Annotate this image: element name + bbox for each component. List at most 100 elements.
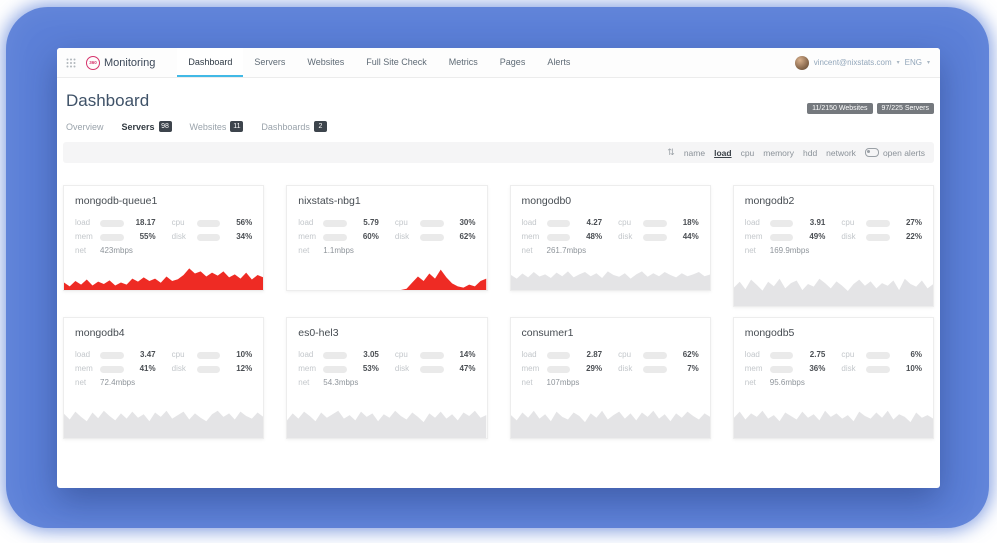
server-metrics: load 18.17 cpu 56% mem <box>75 219 252 255</box>
cpu-bar <box>197 220 221 227</box>
server-card[interactable]: mongodb2 load 3.91 cpu 27% <box>733 185 934 307</box>
net-value: 261.7mbps <box>547 247 587 255</box>
server-card[interactable]: mongodb0 load 4.27 cpu 18% <box>510 185 711 291</box>
server-card[interactable]: mongodb4 load 3.47 cpu 10% <box>63 317 264 439</box>
user-avatar[interactable] <box>795 56 809 70</box>
metric-label: disk <box>395 233 415 241</box>
cpu-value: 62% <box>672 351 699 359</box>
server-name: es0-hel3 <box>298 327 475 339</box>
metric-label: mem <box>75 365 95 373</box>
mem-value: 49% <box>798 233 825 241</box>
server-card[interactable]: nixstats-nbg1 load 5.79 cpu 30% <box>286 185 487 291</box>
load-bar <box>770 220 794 227</box>
tab[interactable]: Websites 11 <box>190 121 244 132</box>
sort-option[interactable]: memory <box>763 148 794 158</box>
mem-bar <box>547 234 571 241</box>
server-metrics: load 3.05 cpu 14% mem <box>298 351 475 387</box>
server-name: mongodb4 <box>75 327 252 339</box>
server-card-grid: mongodb-queue1 load 18.17 cpu 56% <box>63 185 934 439</box>
metric-load: load 3.47 <box>75 351 156 359</box>
metric-label: load <box>745 219 765 227</box>
metric-label: mem <box>745 233 765 241</box>
metric-label: mem <box>522 365 542 373</box>
disk-value: 34% <box>225 233 252 241</box>
metric-mem: mem 29% <box>522 365 603 373</box>
disk-bar <box>643 234 667 241</box>
sort-option[interactable]: cpu <box>741 148 755 158</box>
sort-toolbar: ⇅ name loadcpu memory hdd network open alert… <box>63 142 934 163</box>
load-value: 2.87 <box>575 351 602 359</box>
sort-arrows-icon: ⇅ <box>667 147 675 158</box>
status-badge[interactable]: 97/225 Servers <box>877 103 934 114</box>
tab-label: Websites <box>190 122 227 132</box>
sparkline-chart <box>287 260 486 290</box>
server-card[interactable]: mongodb-queue1 load 18.17 cpu 56% <box>63 185 264 291</box>
sort-option[interactable]: load <box>714 148 731 158</box>
tab[interactable]: Dashboards 2 <box>261 121 327 132</box>
sparkline-chart <box>64 260 263 290</box>
nav-item[interactable]: Alerts <box>536 48 581 77</box>
metric-mem: mem 41% <box>75 365 156 373</box>
app-launcher-icon[interactable] <box>64 56 78 70</box>
dashboard-page: 11/2150 Websites 97/225 Servers Dashboard… <box>57 91 940 439</box>
tab[interactable]: Servers 98 <box>122 121 172 132</box>
nav-item[interactable]: Metrics <box>438 48 489 77</box>
server-card[interactable]: mongodb5 load 2.75 cpu 6% <box>733 317 934 439</box>
metric-label: mem <box>298 365 318 373</box>
tab-label: Servers <box>122 122 155 132</box>
disk-value: 12% <box>225 365 252 373</box>
server-card-body: mongodb-queue1 load 18.17 cpu 56% <box>64 186 263 255</box>
mem-bar <box>770 234 794 241</box>
sort-options: name loadcpu memory hdd network <box>684 148 856 158</box>
cpu-value: 18% <box>672 219 699 227</box>
disk-bar <box>197 366 221 373</box>
metric-label: cpu <box>395 219 415 227</box>
server-card[interactable]: es0-hel3 load 3.05 cpu 14% <box>286 317 487 439</box>
nav-item[interactable]: Websites <box>296 48 355 77</box>
status-badge[interactable]: 11/2150 Websites <box>807 103 872 114</box>
sort-option[interactable]: name <box>684 148 705 158</box>
disk-value: 22% <box>895 233 922 241</box>
mem-bar <box>100 366 124 373</box>
load-value: 3.05 <box>352 351 379 359</box>
sort-option[interactable]: network <box>826 148 856 158</box>
server-name: mongodb-queue1 <box>75 195 252 207</box>
tab[interactable]: Overview <box>66 122 104 132</box>
sparkline-chart <box>511 394 710 438</box>
sort-option[interactable]: hdd <box>803 148 817 158</box>
cpu-bar <box>420 220 444 227</box>
nav-item[interactable]: Full Site Check <box>355 48 438 77</box>
load-bar <box>100 220 124 227</box>
disk-bar <box>420 234 444 241</box>
user-email[interactable]: vincent@nixstats.com <box>814 58 892 67</box>
metric-disk: disk 47% <box>395 365 476 373</box>
open-alerts-toggle[interactable]: open alerts <box>865 148 925 158</box>
metric-label: disk <box>618 233 638 241</box>
cpu-value: 10% <box>225 351 252 359</box>
net-value: 423mbps <box>100 247 133 255</box>
nav-item[interactable]: Servers <box>243 48 296 77</box>
brand-logo[interactable]: 360 Monitoring <box>86 56 155 70</box>
load-value: 5.79 <box>352 219 379 227</box>
server-card[interactable]: consumer1 load 2.87 cpu 62% <box>510 317 711 439</box>
metric-label: mem <box>75 233 95 241</box>
metric-mem: mem 53% <box>298 365 379 373</box>
metric-mem: mem 55% <box>75 233 156 241</box>
nav-item[interactable]: Pages <box>489 48 537 77</box>
top-navbar: 360 Monitoring DashboardServersWebsitesF… <box>57 48 940 78</box>
mem-bar <box>547 366 571 373</box>
cpu-bar <box>643 352 667 359</box>
load-value: 4.27 <box>575 219 602 227</box>
metric-disk: disk 10% <box>841 365 922 373</box>
metric-net: net 95.6mbps <box>745 379 826 387</box>
metric-net: net 261.7mbps <box>522 247 603 255</box>
nav-menu: DashboardServersWebsitesFull Site CheckM… <box>177 48 581 77</box>
language-selector[interactable]: ENG <box>905 58 922 67</box>
brand-name: Monitoring <box>104 57 155 69</box>
metric-net: net 1.1mbps <box>298 247 379 255</box>
metric-label: disk <box>841 233 861 241</box>
net-value: 107mbps <box>547 379 580 387</box>
nav-item[interactable]: Dashboard <box>177 48 243 77</box>
disk-value: 62% <box>449 233 476 241</box>
cpu-value: 27% <box>895 219 922 227</box>
